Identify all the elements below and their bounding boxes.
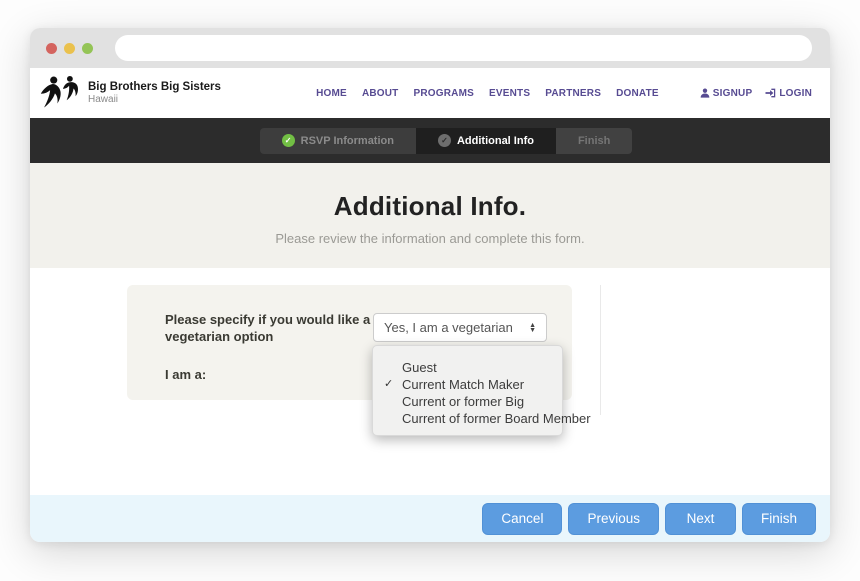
check-icon: ✓ — [384, 377, 393, 392]
nav-item-about[interactable]: ABOUT — [362, 88, 399, 99]
next-button[interactable]: Next — [665, 503, 736, 535]
browser-window: Big Brothers Big Sisters Hawaii HOME ABO… — [30, 28, 830, 542]
signup-label: SIGNUP — [713, 88, 753, 99]
option-label: Current of former Board Member — [402, 411, 591, 426]
logo-subtitle: Hawaii — [88, 94, 221, 105]
vegetarian-select[interactable]: Yes, I am a vegetarian ▲▼ — [373, 313, 547, 342]
tab-label: RSVP Information — [301, 135, 394, 147]
check-circle-icon: ✓ — [438, 134, 451, 147]
site-header: Big Brothers Big Sisters Hawaii HOME ABO… — [30, 68, 830, 118]
form-content: Please specify if you would like a veget… — [30, 268, 830, 495]
vegetarian-select-value: Yes, I am a vegetarian — [384, 320, 513, 335]
select-stepper-icon: ▲▼ — [529, 323, 536, 333]
maximize-window-icon[interactable] — [82, 43, 93, 54]
logo-title: Big Brothers Big Sisters — [88, 81, 221, 94]
nav-item-home[interactable]: HOME — [316, 88, 347, 99]
minimize-window-icon[interactable] — [64, 43, 75, 54]
dropdown-option-guest[interactable]: Guest — [373, 359, 562, 376]
stepper-tabs: ✓ RSVP Information ✓ Additional Info Fin… — [260, 128, 633, 154]
browser-chrome — [30, 28, 830, 68]
tab-additional-info[interactable]: ✓ Additional Info — [416, 128, 556, 154]
user-icon — [700, 88, 710, 98]
nav-item-partners[interactable]: PARTNERS — [545, 88, 601, 99]
nav-item-programs[interactable]: PROGRAMS — [414, 88, 475, 99]
dropdown-option-current-or-former-big[interactable]: Current or former Big — [373, 393, 562, 410]
tab-label: Finish — [578, 135, 610, 147]
page-subtitle: Please review the information and comple… — [30, 231, 830, 246]
nav-item-donate[interactable]: DONATE — [616, 88, 659, 99]
finish-button[interactable]: Finish — [742, 503, 816, 535]
option-label: Guest — [402, 360, 437, 375]
previous-button[interactable]: Previous — [568, 503, 659, 535]
stepper-bar: ✓ RSVP Information ✓ Additional Info Fin… — [30, 118, 830, 163]
login-label: LOGIN — [779, 88, 812, 99]
signup-link[interactable]: SIGNUP — [700, 88, 753, 99]
option-label: Current Match Maker — [402, 377, 524, 392]
option-label: Current or former Big — [402, 394, 524, 409]
logo[interactable]: Big Brothers Big Sisters Hawaii — [40, 75, 221, 111]
login-icon — [765, 88, 776, 98]
window-controls — [46, 43, 93, 54]
url-bar[interactable] — [115, 35, 812, 61]
login-link[interactable]: LOGIN — [765, 88, 812, 99]
role-dropdown-menu: Guest ✓ Current Match Maker Current or f… — [372, 345, 563, 436]
role-question-label: I am a: — [165, 367, 206, 382]
close-window-icon[interactable] — [46, 43, 57, 54]
page-header: Additional Info. Please review the infor… — [30, 163, 830, 268]
main-nav: HOME ABOUT PROGRAMS EVENTS PARTNERS DONA… — [316, 88, 812, 99]
panel-divider — [600, 285, 601, 415]
dropdown-option-current-match-maker[interactable]: ✓ Current Match Maker — [373, 376, 562, 393]
vegetarian-question-label: Please specify if you would like a veget… — [165, 311, 380, 345]
page-title: Additional Info. — [30, 191, 830, 222]
tab-rsvp-information[interactable]: ✓ RSVP Information — [260, 128, 416, 154]
wizard-footer: Cancel Previous Next Finish — [30, 495, 830, 542]
cancel-button[interactable]: Cancel — [482, 503, 562, 535]
tab-finish[interactable]: Finish — [556, 128, 632, 154]
bbbs-figures-icon — [40, 75, 82, 111]
nav-item-events[interactable]: EVENTS — [489, 88, 530, 99]
check-circle-icon: ✓ — [282, 134, 295, 147]
dropdown-option-board-member[interactable]: Current of former Board Member — [373, 410, 562, 427]
tab-label: Additional Info — [457, 135, 534, 147]
